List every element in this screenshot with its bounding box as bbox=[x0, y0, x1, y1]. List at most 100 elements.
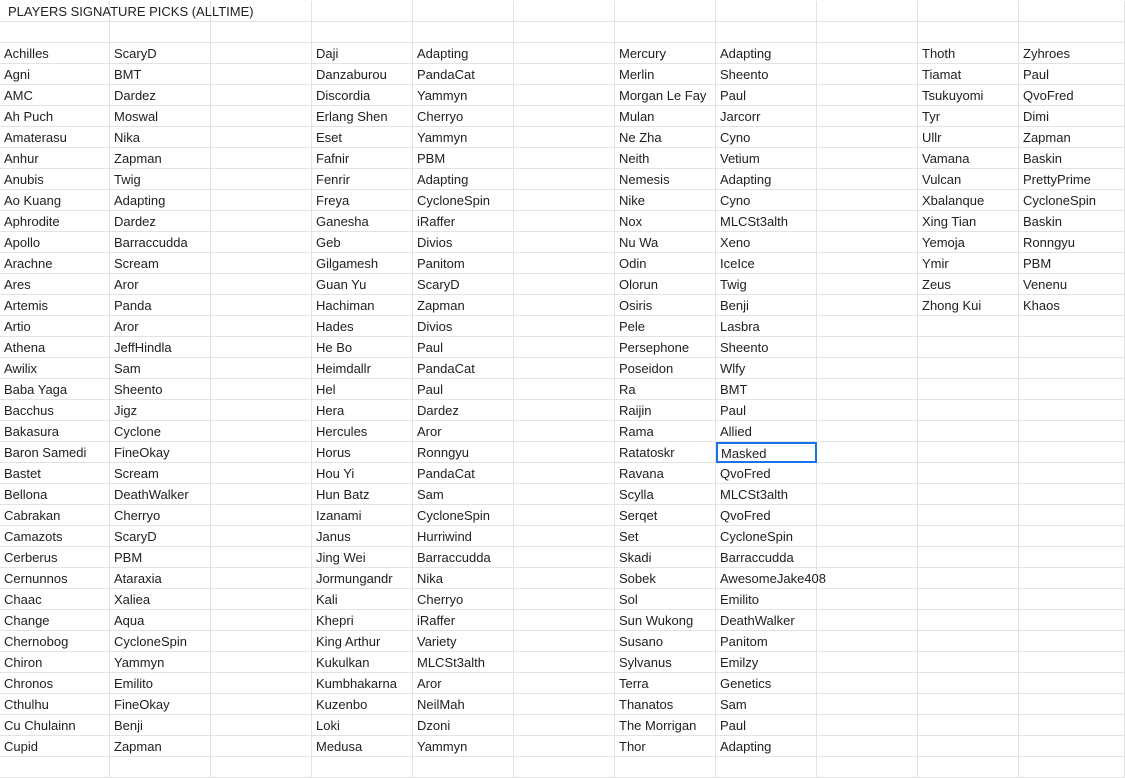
player-cell[interactable]: Hurriwind bbox=[413, 526, 514, 547]
cell[interactable] bbox=[211, 757, 312, 778]
god-cell[interactable]: Janus bbox=[312, 526, 413, 547]
god-cell[interactable]: Aphrodite bbox=[0, 211, 110, 232]
god-cell[interactable]: Bacchus bbox=[0, 400, 110, 421]
cell[interactable] bbox=[211, 673, 312, 694]
cell[interactable] bbox=[1019, 22, 1125, 43]
player-cell[interactable]: Paul bbox=[413, 337, 514, 358]
cell[interactable] bbox=[211, 106, 312, 127]
god-cell[interactable]: Persephone bbox=[615, 337, 716, 358]
god-cell[interactable]: Ymir bbox=[918, 253, 1019, 274]
god-cell[interactable]: Fenrir bbox=[312, 169, 413, 190]
cell[interactable] bbox=[817, 631, 918, 652]
cell[interactable] bbox=[211, 568, 312, 589]
god-cell[interactable]: Tyr bbox=[918, 106, 1019, 127]
god-cell[interactable]: Chiron bbox=[0, 652, 110, 673]
god-cell[interactable]: Serqet bbox=[615, 505, 716, 526]
cell[interactable] bbox=[918, 1, 1019, 22]
player-cell[interactable]: Genetics bbox=[716, 673, 817, 694]
god-cell[interactable]: Danzaburou bbox=[312, 64, 413, 85]
god-cell[interactable]: AMC bbox=[0, 85, 110, 106]
cell[interactable] bbox=[514, 400, 615, 421]
god-cell[interactable]: He Bo bbox=[312, 337, 413, 358]
god-cell[interactable]: Khepri bbox=[312, 610, 413, 631]
god-cell[interactable]: Osiris bbox=[615, 295, 716, 316]
player-cell[interactable]: Aror bbox=[413, 421, 514, 442]
spreadsheet-grid[interactable]: Achilles ScaryD Daji Adapting Mercury Adaptin… bbox=[0, 0, 1125, 778]
cell[interactable] bbox=[817, 106, 918, 127]
player-cell[interactable]: Dardez bbox=[110, 211, 211, 232]
cell[interactable] bbox=[211, 547, 312, 568]
cell[interactable] bbox=[514, 127, 615, 148]
player-cell[interactable]: Cherryo bbox=[413, 106, 514, 127]
god-cell[interactable]: Sylvanus bbox=[615, 652, 716, 673]
god-cell[interactable]: Thor bbox=[615, 736, 716, 757]
god-cell[interactable]: Olorun bbox=[615, 274, 716, 295]
cell[interactable] bbox=[918, 358, 1019, 379]
cell[interactable] bbox=[211, 85, 312, 106]
god-cell[interactable]: Artemis bbox=[0, 295, 110, 316]
player-cell[interactable]: Twig bbox=[110, 169, 211, 190]
cell[interactable] bbox=[211, 211, 312, 232]
cell[interactable] bbox=[817, 463, 918, 484]
player-cell[interactable]: Sheento bbox=[716, 337, 817, 358]
god-cell[interactable]: The Morrigan bbox=[615, 715, 716, 736]
player-cell[interactable]: PBM bbox=[110, 547, 211, 568]
cell[interactable] bbox=[514, 547, 615, 568]
player-cell[interactable]: Yammyn bbox=[413, 736, 514, 757]
cell[interactable] bbox=[1019, 547, 1125, 568]
player-cell[interactable]: Divios bbox=[413, 232, 514, 253]
player-cell[interactable]: Cyno bbox=[716, 190, 817, 211]
god-cell[interactable]: Cerberus bbox=[0, 547, 110, 568]
god-cell[interactable]: Pele bbox=[615, 316, 716, 337]
cell[interactable] bbox=[514, 526, 615, 547]
cell[interactable] bbox=[514, 421, 615, 442]
cell[interactable] bbox=[1019, 736, 1125, 757]
god-cell[interactable]: Nox bbox=[615, 211, 716, 232]
player-cell[interactable]: iRaffer bbox=[413, 211, 514, 232]
cell[interactable] bbox=[918, 589, 1019, 610]
player-cell[interactable]: Dzoni bbox=[413, 715, 514, 736]
cell[interactable] bbox=[514, 463, 615, 484]
god-cell[interactable]: Yemoja bbox=[918, 232, 1019, 253]
player-cell[interactable]: Cherryo bbox=[413, 589, 514, 610]
cell[interactable] bbox=[817, 442, 918, 463]
player-cell[interactable]: Wlfy bbox=[716, 358, 817, 379]
god-cell[interactable]: Cu Chulainn bbox=[0, 715, 110, 736]
god-cell[interactable]: Kuzenbo bbox=[312, 694, 413, 715]
player-cell[interactable]: Nika bbox=[413, 568, 514, 589]
cell[interactable] bbox=[1019, 568, 1125, 589]
god-cell[interactable]: Nemesis bbox=[615, 169, 716, 190]
player-cell[interactable]: PBM bbox=[1019, 253, 1125, 274]
cell[interactable] bbox=[413, 1, 514, 22]
cell[interactable] bbox=[817, 85, 918, 106]
cell[interactable] bbox=[211, 715, 312, 736]
cell[interactable] bbox=[817, 316, 918, 337]
player-cell[interactable]: Zapman bbox=[1019, 127, 1125, 148]
cell[interactable] bbox=[716, 22, 817, 43]
cell[interactable] bbox=[514, 736, 615, 757]
god-cell[interactable]: Jormungandr bbox=[312, 568, 413, 589]
cell[interactable] bbox=[514, 673, 615, 694]
player-cell[interactable]: PandaCat bbox=[413, 64, 514, 85]
player-cell[interactable]: Adapting bbox=[110, 190, 211, 211]
cell[interactable] bbox=[817, 232, 918, 253]
player-cell[interactable]: FineOkay bbox=[110, 442, 211, 463]
player-cell[interactable]: Zapman bbox=[413, 295, 514, 316]
god-cell[interactable]: Bastet bbox=[0, 463, 110, 484]
cell[interactable] bbox=[514, 652, 615, 673]
god-cell[interactable]: Sun Wukong bbox=[615, 610, 716, 631]
cell[interactable] bbox=[514, 64, 615, 85]
cell[interactable] bbox=[211, 694, 312, 715]
player-cell[interactable]: Cyclone bbox=[110, 421, 211, 442]
player-cell[interactable]: Aror bbox=[110, 316, 211, 337]
player-cell[interactable]: QvoFred bbox=[716, 505, 817, 526]
god-cell[interactable]: Tsukuyomi bbox=[918, 85, 1019, 106]
cell[interactable] bbox=[211, 22, 312, 43]
cell[interactable] bbox=[918, 442, 1019, 463]
god-cell[interactable]: Chernobog bbox=[0, 631, 110, 652]
player-cell[interactable]: DeathWalker bbox=[110, 484, 211, 505]
god-cell[interactable]: Ratatoskr bbox=[615, 442, 716, 463]
cell[interactable] bbox=[918, 316, 1019, 337]
cell[interactable] bbox=[1019, 610, 1125, 631]
cell[interactable] bbox=[918, 505, 1019, 526]
